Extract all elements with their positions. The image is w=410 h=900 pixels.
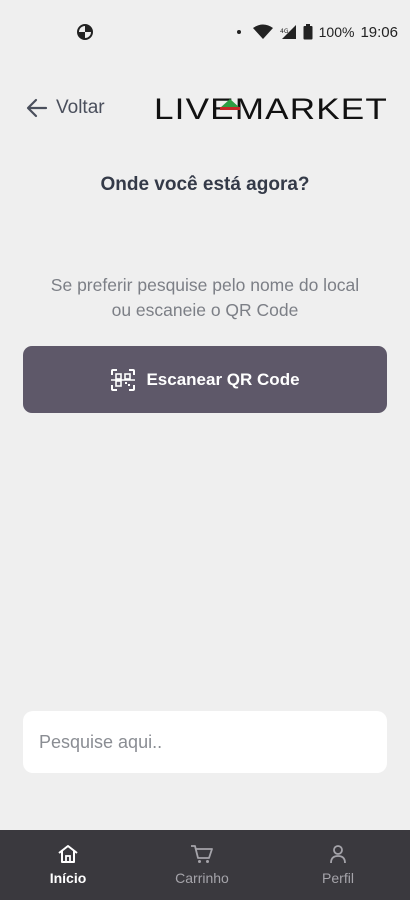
nav-item-perfil[interactable]: Perfil [288,830,388,900]
qr-code-icon [111,368,136,391]
back-button[interactable]: Voltar [26,97,105,119]
cart-icon [191,845,213,863]
scan-qr-label: Escanear QR Code [146,369,300,389]
nav-label-inicio: Início [49,870,87,886]
notification-dot-icon [236,30,241,34]
status-left [76,23,94,41]
nav-label-perfil: Perfil [322,870,354,886]
nav-item-carrinho[interactable]: Carrinho [152,830,252,900]
status-time: 19:06 [360,23,398,41]
signal-icon: 4G [280,25,296,39]
search-box[interactable] [23,711,387,773]
status-bar: 4G 100% 19:06 [0,0,410,64]
nav-label-carrinho: Carrinho [175,870,229,886]
arrow-left-icon [26,98,48,118]
back-label: Voltar [56,97,105,118]
svg-text:4G: 4G [280,28,289,35]
home-icon [58,845,78,863]
scan-qr-button[interactable]: Escanear QR Code [23,346,387,413]
livemarket-logo: LIVEMARKET [154,94,388,122]
header: Voltar LIVEMARKET [0,86,410,130]
user-icon [330,845,346,864]
status-right: 4G 100% 19:06 [236,23,398,41]
page-subtitle: Se preferir pesquise pelo nome do local … [50,275,360,320]
bottom-nav: Início Carrinho Perfil [0,830,410,900]
wifi-icon [252,24,273,39]
battery-percent: 100% [318,24,355,40]
page-title: Onde você está agora? [100,174,310,195]
logo-text: LIVEMARKET [154,94,388,122]
battery-icon [303,24,313,40]
search-input[interactable] [39,731,371,753]
nav-item-inicio[interactable]: Início [20,830,116,900]
data-saver-icon [77,24,93,40]
